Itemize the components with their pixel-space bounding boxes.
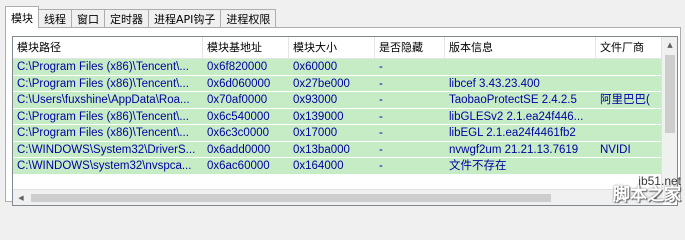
vertical-scrollbar[interactable]: ▲: [661, 37, 677, 188]
table-row[interactable]: C:\Program Files (x86)\Tencent\... 0x6d0…: [13, 75, 663, 92]
cell-path: C:\WINDOWS\system32\nvspca...: [17, 160, 192, 172]
cell-base: 0x6d060000: [207, 77, 271, 90]
list-body: C:\Program Files (x86)\Tencent\... 0x6f8…: [13, 59, 663, 175]
cell-version: libEGL 2.1.ea24f4461fb2: [449, 127, 576, 139]
column-header-vendor[interactable]: 文件厂商: [596, 37, 663, 59]
tab-label: 窗口: [77, 13, 99, 26]
cell-path: C:\Program Files (x86)\Tencent\...: [17, 77, 189, 90]
cell-vendor: [596, 158, 663, 174]
table-row[interactable]: C:\Program Files (x86)\Tencent\... 0x6f8…: [13, 59, 663, 76]
table-row[interactable]: C:\WINDOWS\System32\DriverS... 0x6add000…: [13, 141, 663, 158]
cell-base: 0x6add0000: [207, 143, 271, 156]
cell-vendor: [596, 76, 663, 92]
site-watermark: jb51.net 脚本之家: [613, 175, 681, 204]
cell-base: 0x6ac60000: [207, 160, 270, 172]
cell-vendor: [596, 109, 663, 125]
scroll-up-icon[interactable]: ▲: [662, 37, 677, 53]
tab-privileges[interactable]: 进程权限: [220, 9, 277, 28]
vertical-scroll-thumb[interactable]: [665, 55, 675, 133]
cell-version: TaobaoProtectSE 2.4.2.5: [449, 94, 577, 106]
horizontal-scrollbar[interactable]: ◀ ▶: [13, 189, 663, 205]
cell-base: 0x70af0000: [207, 94, 268, 106]
cell-hidden: -: [379, 61, 383, 73]
cell-vendor: 阿里巴巴(: [600, 94, 650, 106]
column-header-hidden[interactable]: 是否隐藏: [375, 37, 445, 59]
cell-base: 0x6c3c0000: [207, 127, 270, 139]
column-header-path[interactable]: 模块路径: [13, 37, 203, 59]
cell-hidden: -: [379, 127, 383, 139]
cell-base: 0x6f820000: [207, 61, 268, 73]
cell-hidden: -: [379, 143, 383, 156]
tab-threads[interactable]: 线程: [38, 9, 72, 28]
cell-size: 0x17000: [293, 127, 338, 139]
tab-bar: 模块 线程 窗口 定时器 进程API钩子 进程权限: [5, 6, 277, 28]
tab-timers[interactable]: 定时器: [104, 9, 149, 28]
cell-vendor: [596, 125, 663, 141]
cell-size: 0x93000: [293, 94, 338, 106]
tab-panel: 模块路径 模块基地址 模块大小 是否隐藏 版本信息 文件厂商 C:\Progra…: [5, 27, 681, 206]
cell-hidden: -: [379, 94, 383, 106]
tab-label: 进程API钩子: [154, 13, 216, 26]
cell-hidden: -: [379, 110, 383, 123]
column-header-version[interactable]: 版本信息: [445, 37, 596, 59]
cell-version: libGLESv2 2.1.ea24f446...: [449, 110, 584, 123]
tab-windows[interactable]: 窗口: [71, 9, 105, 28]
tab-api-hooks[interactable]: 进程API钩子: [148, 9, 222, 28]
column-header-base[interactable]: 模块基地址: [203, 37, 289, 59]
cell-size: 0x60000: [293, 61, 338, 73]
horizontal-scroll-thumb[interactable]: [31, 194, 551, 202]
cell-size: 0x13ba000: [293, 143, 350, 156]
cell-vendor: NVIDI: [600, 143, 631, 156]
cell-version: nvwgf2um 21.21.13.7619: [449, 143, 579, 156]
cell-path: C:\Users\fuxshine\AppData\Roa...: [17, 94, 190, 106]
tab-modules[interactable]: 模块: [5, 6, 39, 28]
table-row[interactable]: C:\WINDOWS\system32\nvspca... 0x6ac60000…: [13, 158, 663, 175]
table-row[interactable]: C:\Program Files (x86)\Tencent\... 0x6c5…: [13, 108, 663, 125]
table-row[interactable]: C:\Users\fuxshine\AppData\Roa... 0x70af0…: [13, 92, 663, 109]
cell-hidden: -: [379, 77, 383, 90]
table-row[interactable]: C:\Program Files (x86)\Tencent\... 0x6c3…: [13, 125, 663, 142]
cell-version: [445, 59, 596, 75]
cell-size: 0x164000: [293, 160, 344, 172]
scroll-left-icon[interactable]: ◀: [13, 190, 29, 205]
tab-label: 定时器: [110, 13, 143, 26]
list-header: 模块路径 模块基地址 模块大小 是否隐藏 版本信息 文件厂商: [13, 37, 663, 59]
module-list[interactable]: 模块路径 模块基地址 模块大小 是否隐藏 版本信息 文件厂商 C:\Progra…: [12, 36, 678, 206]
tab-label: 进程权限: [226, 13, 271, 26]
column-header-size[interactable]: 模块大小: [289, 37, 375, 59]
cell-vendor: [596, 59, 663, 75]
cell-base: 0x6c540000: [207, 110, 270, 123]
cell-path: C:\Program Files (x86)\Tencent\...: [17, 127, 189, 139]
watermark-text: 脚本之家: [613, 185, 681, 205]
cell-hidden: -: [379, 160, 383, 172]
tab-label: 线程: [44, 13, 66, 26]
cell-path: C:\WINDOWS\System32\DriverS...: [17, 143, 196, 156]
cell-version: libcef 3.43.23.400: [449, 77, 540, 90]
cell-size: 0x139000: [293, 110, 344, 123]
cell-path: C:\Program Files (x86)\Tencent\...: [17, 110, 189, 123]
cell-size: 0x27be000: [293, 77, 350, 90]
tab-label: 模块: [11, 11, 33, 25]
cell-version: 文件不存在: [449, 160, 507, 172]
cell-path: C:\Program Files (x86)\Tencent\...: [17, 61, 189, 73]
